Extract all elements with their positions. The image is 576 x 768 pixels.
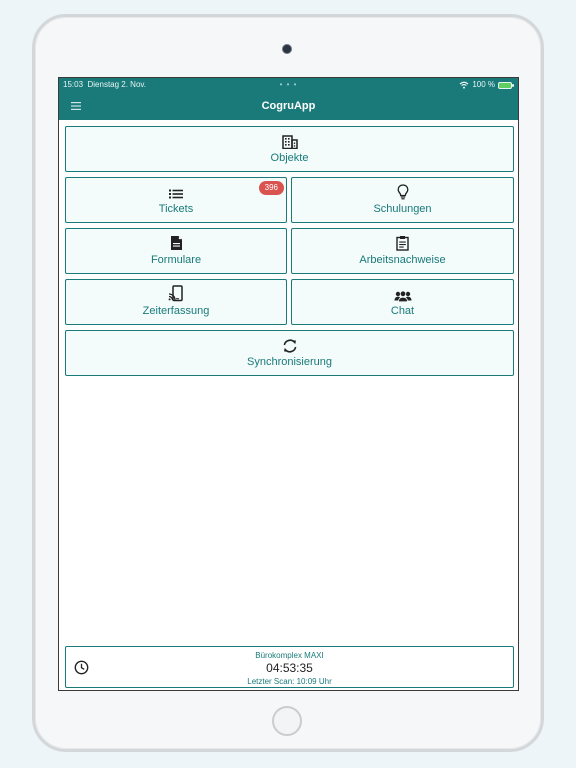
status-bar: 15:03 Dienstag 2. Nov. • • • 100 % [59,78,518,92]
arbeitsnachweise-button[interactable]: Arbeitsnachweise [291,228,514,274]
users-icon [394,290,411,302]
app-title: CogruApp [261,100,316,112]
battery-percent: 100 % [472,80,495,89]
zeiterfassung-label: Zeiterfassung [142,305,210,317]
building-icon [281,135,298,149]
multitask-dots: • • • [279,80,298,89]
time-tracking-panel: Bürokomplex MAXI 04:53:35 Letzter Scan: … [65,646,514,688]
sync-icon [283,339,296,353]
objekte-label: Objekte [270,152,309,164]
synchronisierung-label: Synchronisierung [247,356,332,368]
document-icon [170,236,182,250]
tickets-label: Tickets [158,203,194,215]
clipboard-icon [396,236,409,251]
app-screen: 15:03 Dienstag 2. Nov. • • • 100 % Cogru… [58,77,519,691]
formulare-label: Formulare [150,254,202,266]
objekte-button[interactable]: Objekte [65,126,514,172]
formulare-button[interactable]: Formulare [65,228,287,274]
tickets-badge: 396 [258,181,284,195]
last-scan-text: Letzter Scan: 10:09 Uhr [247,677,332,686]
nfc-tablet-icon [168,285,183,302]
home-button[interactable] [272,706,302,736]
schulungen-label: Schulungen [373,203,432,215]
battery-icon [498,81,514,89]
status-right: 100 % [459,78,514,92]
zeiterfassung-button[interactable]: Zeiterfassung [65,279,287,325]
lightbulb-icon [397,184,408,200]
synchronisierung-button[interactable]: Synchronisierung [65,330,514,376]
tickets-button[interactable]: 396 Tickets [65,177,287,223]
elapsed-timer: 04:53:35 [266,661,313,675]
location-name: Bürokomplex MAXI [255,651,324,660]
app-bar: CogruApp [59,92,518,120]
chat-label: Chat [390,305,415,317]
schulungen-button[interactable]: Schulungen [291,177,514,223]
chat-button[interactable]: Chat [291,279,514,325]
wifi-icon [459,81,469,89]
list-icon [169,189,183,199]
arbeitsnachweise-label: Arbeitsnachweise [359,254,446,266]
camera-icon [282,44,292,54]
